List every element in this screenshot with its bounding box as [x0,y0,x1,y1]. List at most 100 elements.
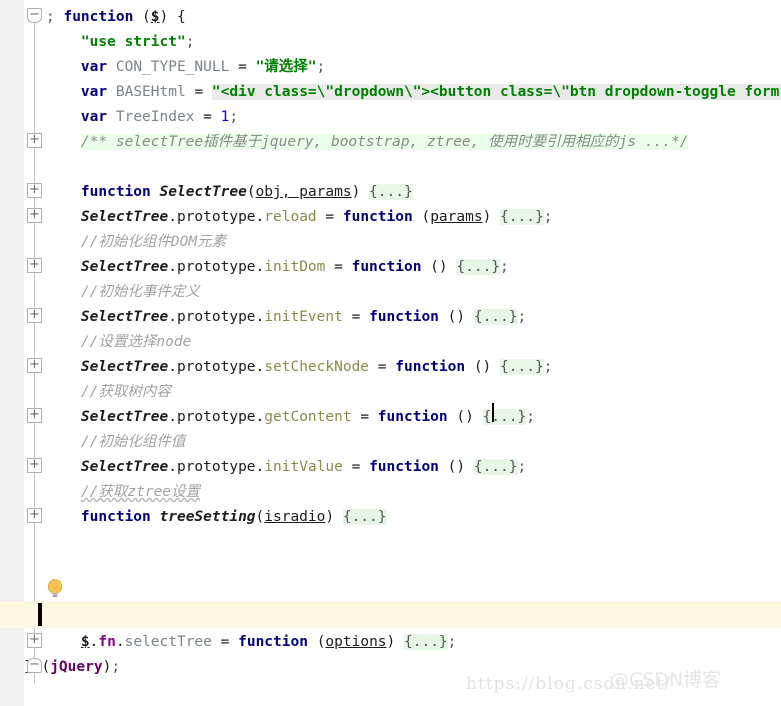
fold-placeholder[interactable]: {...} [369,184,413,200]
token-dollar: $ [150,9,160,25]
token-empty-parens: () [456,409,474,425]
fold-placeholder[interactable]: {...} [473,309,518,325]
token-keyword-function: function [80,509,151,525]
fold-placeholder[interactable]: {...} [473,459,518,475]
token-semicolon: ; [543,359,553,375]
token-identifier-treeindex: TreeIndex [115,109,195,125]
code-line-basehtml[interactable]: var BASEHtml = "<div class=\"dropdown\">… [46,80,781,105]
token-semicolon: ; [526,409,535,425]
token-semicolon: ; [500,259,509,275]
code-line-comment-initevent[interactable]: //初始化事件定义 [46,280,781,305]
code-line-comment-getcontent[interactable]: //获取树内容 [46,380,781,405]
code-line-comment-initvalue[interactable]: //初始化组件值 [46,430,781,455]
token-doc-comment: /** selectTree插件基于jquery, bootstrap, ztr… [80,134,689,150]
token-keyword-var: var [80,84,108,100]
token-method-initevent: initEvent [264,309,343,325]
token-semicolon: ; [111,659,121,675]
fold-plus-icon[interactable]: + [27,133,42,148]
fold-plus-icon[interactable]: + [27,258,42,273]
token-paren-close: ) [159,9,169,25]
token-dollar: $ [80,634,90,650]
token-keyword-var: var [80,59,108,75]
token-keyword-function: function [377,409,448,425]
token-empty-parens: () [430,259,448,275]
current-line-highlight [0,601,781,628]
fold-placeholder[interactable]: {...} [500,359,544,375]
code-line-initvalue[interactable]: SelectTree.prototype.initValue = functio… [46,455,781,480]
fold-plus-icon[interactable]: + [27,458,42,473]
token-equals: = [377,359,387,375]
token-semicolon: ; [543,209,553,225]
token-paren-open: ( [41,659,51,675]
token-string-con-type-null: "请选择" [255,59,317,75]
token-identifier-basehtml: BASEHtml [115,84,186,100]
token-keyword-function: function [238,634,308,650]
code-line-comment-initdom[interactable]: //初始化组件DOM元素 [46,230,781,255]
token-comment-getcontent: //获取树内容 [80,384,171,400]
token-prototype: prototype [176,409,256,425]
token-string-use-strict: "use strict" [80,34,186,50]
fold-plus-icon[interactable]: + [27,208,42,223]
fold-plus-icon[interactable]: + [27,183,42,198]
token-class-selecttree: SelectTree [80,259,169,275]
token-paren-close: ) [482,209,492,225]
token-method-reload: reload [264,209,317,225]
token-keyword-function: function [351,259,422,275]
fold-plus-icon[interactable]: + [27,358,42,373]
fold-plus-icon[interactable]: + [27,308,42,323]
token-equals: = [238,59,247,75]
code-editor[interactable]: − + + + + + + + + + + − ; function ($) {… [0,0,781,706]
text-caret-inline [492,403,494,422]
token-keyword-function: function [63,9,134,25]
code-line-selecttree-ctor[interactable]: function SelectTree(obj, params) {...} [46,180,781,205]
token-class-selecttree: SelectTree [80,459,169,475]
fold-guide-line [34,22,35,684]
code-line-initevent[interactable]: SelectTree.prototype.initEvent = functio… [46,305,781,330]
token-identifier-con-type-null: CON_TYPE_NULL [115,59,230,75]
token-equals: = [203,109,212,125]
token-keyword-var: var [80,109,108,125]
token-prototype: prototype [176,359,256,375]
token-paren-open: ( [246,184,256,200]
token-prototype: prototype [176,459,256,475]
code-line-treesetting[interactable]: function treeSetting(isradio) {...} [46,505,781,530]
token-comment-initdom: //初始化组件DOM元素 [80,234,227,250]
token-comment-initevent: //初始化事件定义 [80,284,200,300]
fold-placeholder[interactable]: {...} [404,634,448,650]
fold-placeholder[interactable]: {...} [456,259,501,275]
code-line-con-type-null[interactable]: var CON_TYPE_NULL = "请选择"; [46,55,781,80]
fold-placeholder[interactable]: {...} [482,409,527,425]
lightbulb-icon[interactable] [46,578,64,600]
code-line-comment-treesetting[interactable]: //获取ztree设置 [46,480,781,505]
fold-placeholder[interactable]: {...} [500,209,544,225]
token-paren-close: ) [386,634,396,650]
token-keyword-function: function [80,184,151,200]
fold-plus-icon[interactable]: + [27,508,42,523]
token-equals: = [334,259,343,275]
code-line-fn-selecttree[interactable]: $.fn.selectTree = function (options) {..… [46,630,781,655]
code-line-doc-comment[interactable]: /** selectTree插件基于jquery, bootstrap, ztr… [46,130,781,155]
token-params-ctor: obj, params [255,184,352,200]
token-keyword-function: function [395,359,466,375]
code-line-comment-setchecknode[interactable]: //设置选择node [46,330,781,355]
token-param-isradio: isradio [264,509,326,525]
code-line-use-strict[interactable]: "use strict"; [46,30,781,55]
token-semicolon: ; [517,459,527,475]
token-class-selecttree: SelectTree [80,359,169,375]
token-method-getcontent: getContent [264,409,352,425]
code-line-setchecknode[interactable]: SelectTree.prototype.setCheckNode = func… [46,355,781,380]
token-fn-prop: fn [98,634,116,650]
token-param-options: options [325,634,387,650]
code-line-iife-open[interactable]: ; function ($) { [46,5,781,30]
fold-plus-icon[interactable]: + [27,633,42,648]
code-line-initdom[interactable]: SelectTree.prototype.initDom = function … [46,255,781,280]
fold-plus-icon[interactable]: + [27,408,42,423]
fold-placeholder[interactable]: {...} [342,509,387,525]
code-line-treeindex[interactable]: var TreeIndex = 1; [46,105,781,130]
code-line-getcontent[interactable]: SelectTree.prototype.getContent = functi… [46,405,781,430]
code-line-reload[interactable]: SelectTree.prototype.reload = function (… [46,205,781,230]
fold-minus-icon[interactable]: − [27,658,42,673]
token-keyword-function: function [369,309,439,325]
token-equals: = [360,409,370,425]
fold-minus-icon[interactable]: − [27,8,42,23]
